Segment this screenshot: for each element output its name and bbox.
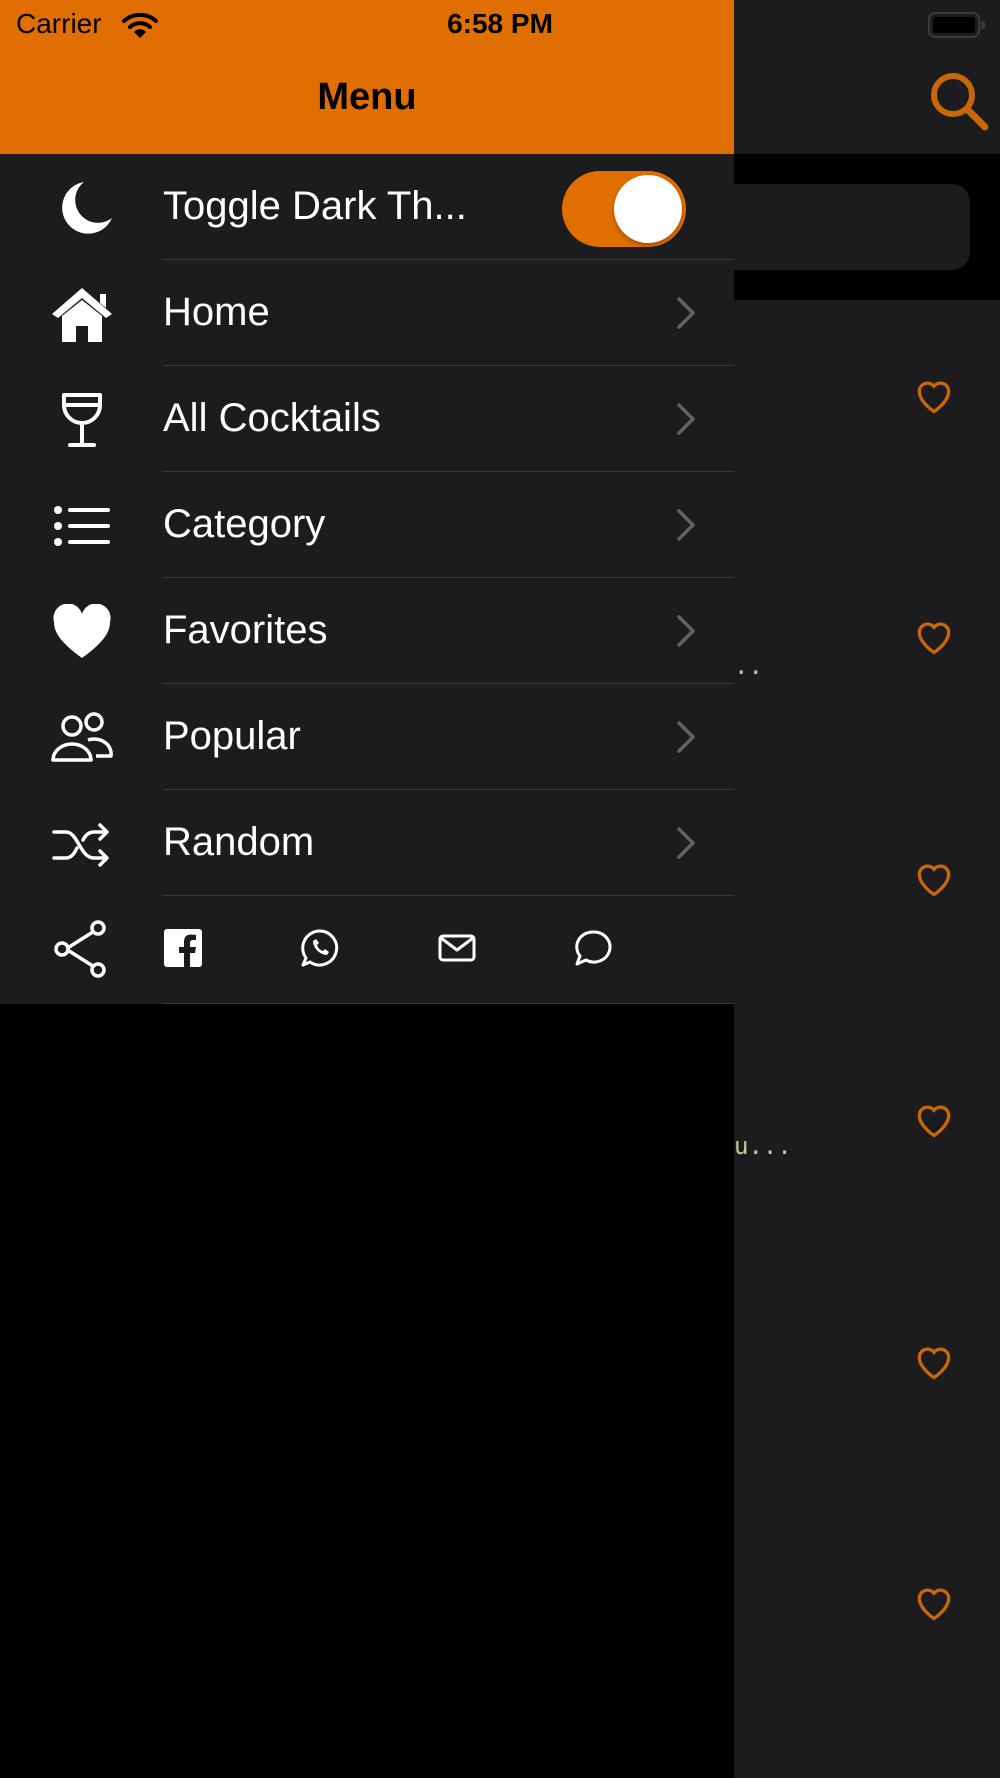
menu-item-all-cocktails[interactable]: All Cocktails — [0, 366, 734, 472]
moon-icon — [62, 182, 112, 234]
dark-theme-toggle[interactable] — [562, 171, 686, 247]
favorite-heart-icon[interactable] — [912, 1339, 956, 1383]
menu-item-label: Favorites — [163, 608, 328, 652]
menu-item-label: All Cocktails — [163, 396, 381, 440]
side-drawer: Carrier 6:58 PM Menu Toggle Dark Th... H… — [0, 0, 734, 1778]
menu-panel: Toggle Dark Th... Home All Cocktails Cat… — [0, 154, 734, 1004]
favorite-heart-icon[interactable] — [912, 614, 956, 658]
chevron-right-icon — [677, 827, 695, 859]
drawer-header: Carrier 6:58 PM Menu — [0, 0, 734, 154]
menu-item-random[interactable]: Random — [0, 790, 734, 896]
share-icon — [54, 920, 106, 978]
background-snippet-text: .. — [734, 652, 763, 680]
menu-item-category[interactable]: Category — [0, 472, 734, 578]
message-icon[interactable] — [573, 928, 613, 968]
background-snippet-text: u... — [734, 1132, 792, 1160]
favorite-heart-icon[interactable] — [912, 373, 956, 417]
battery-icon — [928, 12, 985, 38]
share-row — [0, 898, 734, 1004]
background-search-field[interactable] — [734, 184, 970, 270]
chevron-right-icon — [677, 721, 695, 753]
shuffle-icon — [52, 823, 109, 867]
toggle-knob — [614, 175, 682, 243]
menu-item-label: Home — [163, 290, 270, 334]
menu-item-label: Category — [163, 502, 326, 546]
chevron-right-icon — [677, 403, 695, 435]
users-icon — [51, 712, 113, 762]
drawer-title: Menu — [317, 76, 417, 118]
menu-item-popular[interactable]: Popular — [0, 684, 734, 790]
favorite-heart-icon[interactable] — [912, 856, 956, 900]
chevron-right-icon — [677, 297, 695, 329]
divider — [163, 1003, 734, 1004]
background-app: .. u... — [734, 0, 1000, 1778]
mail-icon[interactable] — [437, 928, 477, 968]
status-time: 6:58 PM — [447, 8, 553, 39]
menu-item-favorites[interactable]: Favorites — [0, 578, 734, 684]
whatsapp-icon[interactable] — [300, 928, 340, 968]
favorite-heart-icon[interactable] — [912, 1097, 956, 1141]
divider — [163, 895, 734, 896]
favorite-heart-icon[interactable] — [912, 1580, 956, 1624]
wine-glass-icon — [62, 393, 102, 447]
wifi-icon — [122, 12, 158, 38]
menu-item-label: Random — [163, 820, 315, 864]
list-icon — [54, 506, 110, 546]
menu-item-label: Toggle Dark Th... — [163, 184, 467, 228]
chevron-right-icon — [677, 615, 695, 647]
menu-row-dark-theme: Toggle Dark Th... — [0, 154, 734, 260]
menu-item-home[interactable]: Home — [0, 260, 734, 366]
status-carrier: Carrier — [16, 8, 102, 39]
search-icon[interactable] — [928, 70, 990, 132]
menu-item-label: Popular — [163, 714, 301, 758]
heart-icon — [53, 604, 111, 658]
facebook-icon[interactable] — [163, 928, 203, 968]
home-icon — [52, 288, 112, 342]
chevron-right-icon — [677, 509, 695, 541]
